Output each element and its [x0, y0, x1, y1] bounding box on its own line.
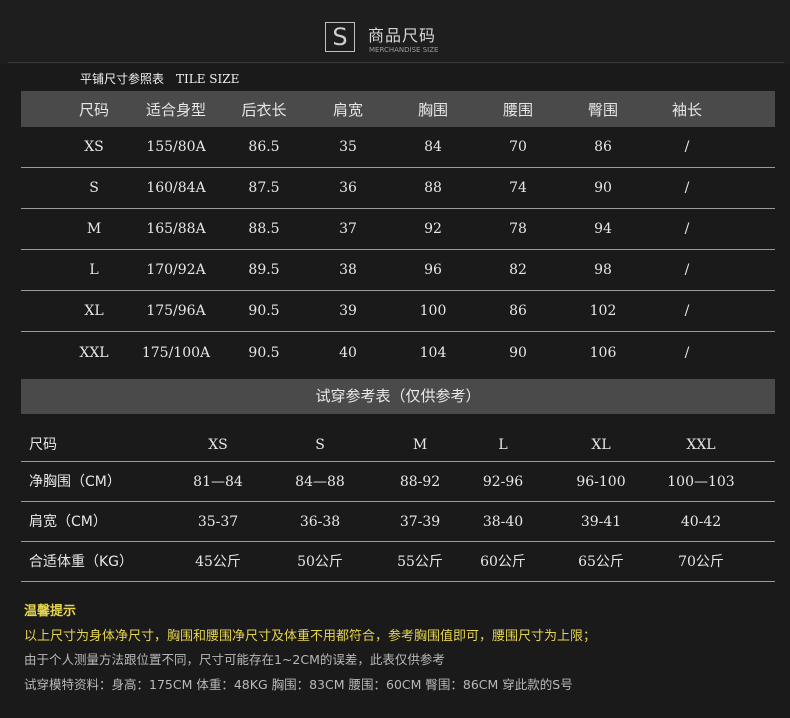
- header-title-en: MERCHANDISE SIZE: [369, 46, 439, 54]
- table-cell: 55公斤: [397, 554, 443, 570]
- table-cell: 35-37: [197, 514, 239, 530]
- table-cell: 88-92: [399, 474, 441, 490]
- table-cell: /: [684, 139, 690, 155]
- table-cell: M: [412, 437, 428, 453]
- tryon-table-banner: 试穿参考表（仅供参考）: [21, 379, 775, 414]
- tryon-row-label: 尺码: [29, 437, 57, 453]
- flat-table-caption-cn: 平铺尺寸参照表: [80, 72, 165, 86]
- table-cell: 60公斤: [480, 554, 526, 570]
- table-cell: 165/88A: [146, 221, 206, 237]
- table-cell: 175/100A: [141, 344, 211, 361]
- flat-size-table: 尺码 适合身型 后衣长 肩宽 胸围 腰围 臀围 袖长 XS 155/80A 86.5 35 84 70 8…: [21, 91, 775, 373]
- flat-table-caption-en: TILE SIZE: [176, 72, 240, 86]
- table-cell: 84—88: [295, 474, 345, 490]
- table-cell: 100—103: [667, 474, 735, 490]
- tips-title: 温馨提示: [24, 604, 77, 619]
- table-cell: 92-96: [482, 474, 524, 490]
- table-cell: /: [684, 344, 690, 361]
- flat-table-col-header: 适合身型: [145, 100, 206, 119]
- tryon-row-label: 合适体重（KG）: [29, 554, 134, 570]
- header-band: S 商品尺码 MERCHANDISE SIZE: [0, 0, 790, 64]
- table-cell: /: [684, 303, 690, 319]
- table-row: XL 175/96A 90.5 39 100 86 102/: [21, 291, 775, 332]
- table-cell: XXL: [686, 437, 716, 453]
- table-cell: /: [684, 180, 690, 196]
- table-cell: 45公斤: [195, 554, 241, 570]
- table-row: 合适体重（KG） 45公斤 50公斤 55公斤 60公斤 65公斤 70公斤: [21, 542, 775, 582]
- table-cell: 170/92A: [146, 262, 206, 278]
- table-row: 肩宽（CM） 35-37 36-38 37-39 38-40 39-41 40-42: [21, 502, 775, 542]
- table-cell: L: [498, 437, 508, 453]
- table-cell: 81—84: [193, 474, 243, 490]
- table-row: 净胸围（CM） 81—84 84—88 88-92 92-96 96-100 100—103: [21, 462, 775, 502]
- table-cell: 38-40: [482, 514, 524, 530]
- table-row: XXL 175/100A 90.5 40 104 90 106/: [21, 332, 775, 373]
- table-cell: 65公斤: [578, 554, 624, 570]
- table-row: L 170/92A 89.5 38 96 82 98/: [21, 250, 775, 291]
- tips-line-3: 试穿模特资料：身高：175CM 体重：48KG 胸围：83CM 腰围：60CM …: [24, 677, 573, 692]
- table-row: XS 155/80A 86.5 35 84 70 86/: [21, 127, 775, 168]
- table-cell: 175/96A: [146, 303, 206, 319]
- flat-table-caption: 平铺尺寸参照表 TILE SIZE: [80, 70, 239, 87]
- table-cell: /: [684, 221, 690, 237]
- table-cell: 70公斤: [678, 554, 724, 570]
- table-cell: S: [315, 437, 325, 453]
- flat-table-header: 尺码 适合身型 后衣长 肩宽 胸围 腰围 臀围 袖长: [21, 91, 775, 127]
- logo-s-icon: S: [325, 22, 355, 52]
- table-cell: 160/84A: [146, 180, 206, 196]
- table-row: S 160/84A 87.5 36 88 74 90/: [21, 168, 775, 209]
- tryon-row-label: 净胸围（CM）: [29, 474, 121, 490]
- table-row: M 165/88A 88.5 37 92 78 94/: [21, 209, 775, 250]
- table-cell: 155/80A: [146, 139, 206, 155]
- header-divider: [8, 62, 784, 63]
- flat-table-col-header: 袖长: [671, 100, 702, 119]
- table-cell: /: [684, 262, 690, 278]
- table-cell: 37-39: [399, 514, 441, 530]
- tryon-header-row: 尺码 XS S M L XL XXL: [21, 424, 775, 462]
- table-cell: 96-100: [576, 474, 626, 490]
- tips-line-2: 由于个人测量方法跟位置不同，尺寸可能存在1~2CM的误差，此表仅供参考: [24, 652, 445, 667]
- table-cell: XL: [591, 437, 611, 453]
- tryon-row-label: 肩宽（CM）: [29, 514, 107, 530]
- table-cell: XS: [208, 437, 228, 453]
- tips-line-1: 以上尺寸为身体净尺寸，胸围和腰围净尺寸及体重不用都符合，参考胸围值即可，腰围尺寸…: [24, 629, 597, 644]
- header-title-cn: 商品尺码: [368, 26, 437, 45]
- tryon-table: 尺码 XS S M L XL XXL 净胸围（CM） 81—84 84—88 88-92 92-96 9…: [21, 424, 775, 582]
- table-cell: 39-41: [580, 514, 622, 530]
- flat-table-body: XS 155/80A 86.5 35 84 70 86/S 160/84A 87.5 36 88 74…: [21, 127, 775, 373]
- table-cell: 50公斤: [297, 554, 343, 570]
- table-cell: 40-42: [680, 514, 722, 530]
- table-cell: 36-38: [299, 514, 341, 530]
